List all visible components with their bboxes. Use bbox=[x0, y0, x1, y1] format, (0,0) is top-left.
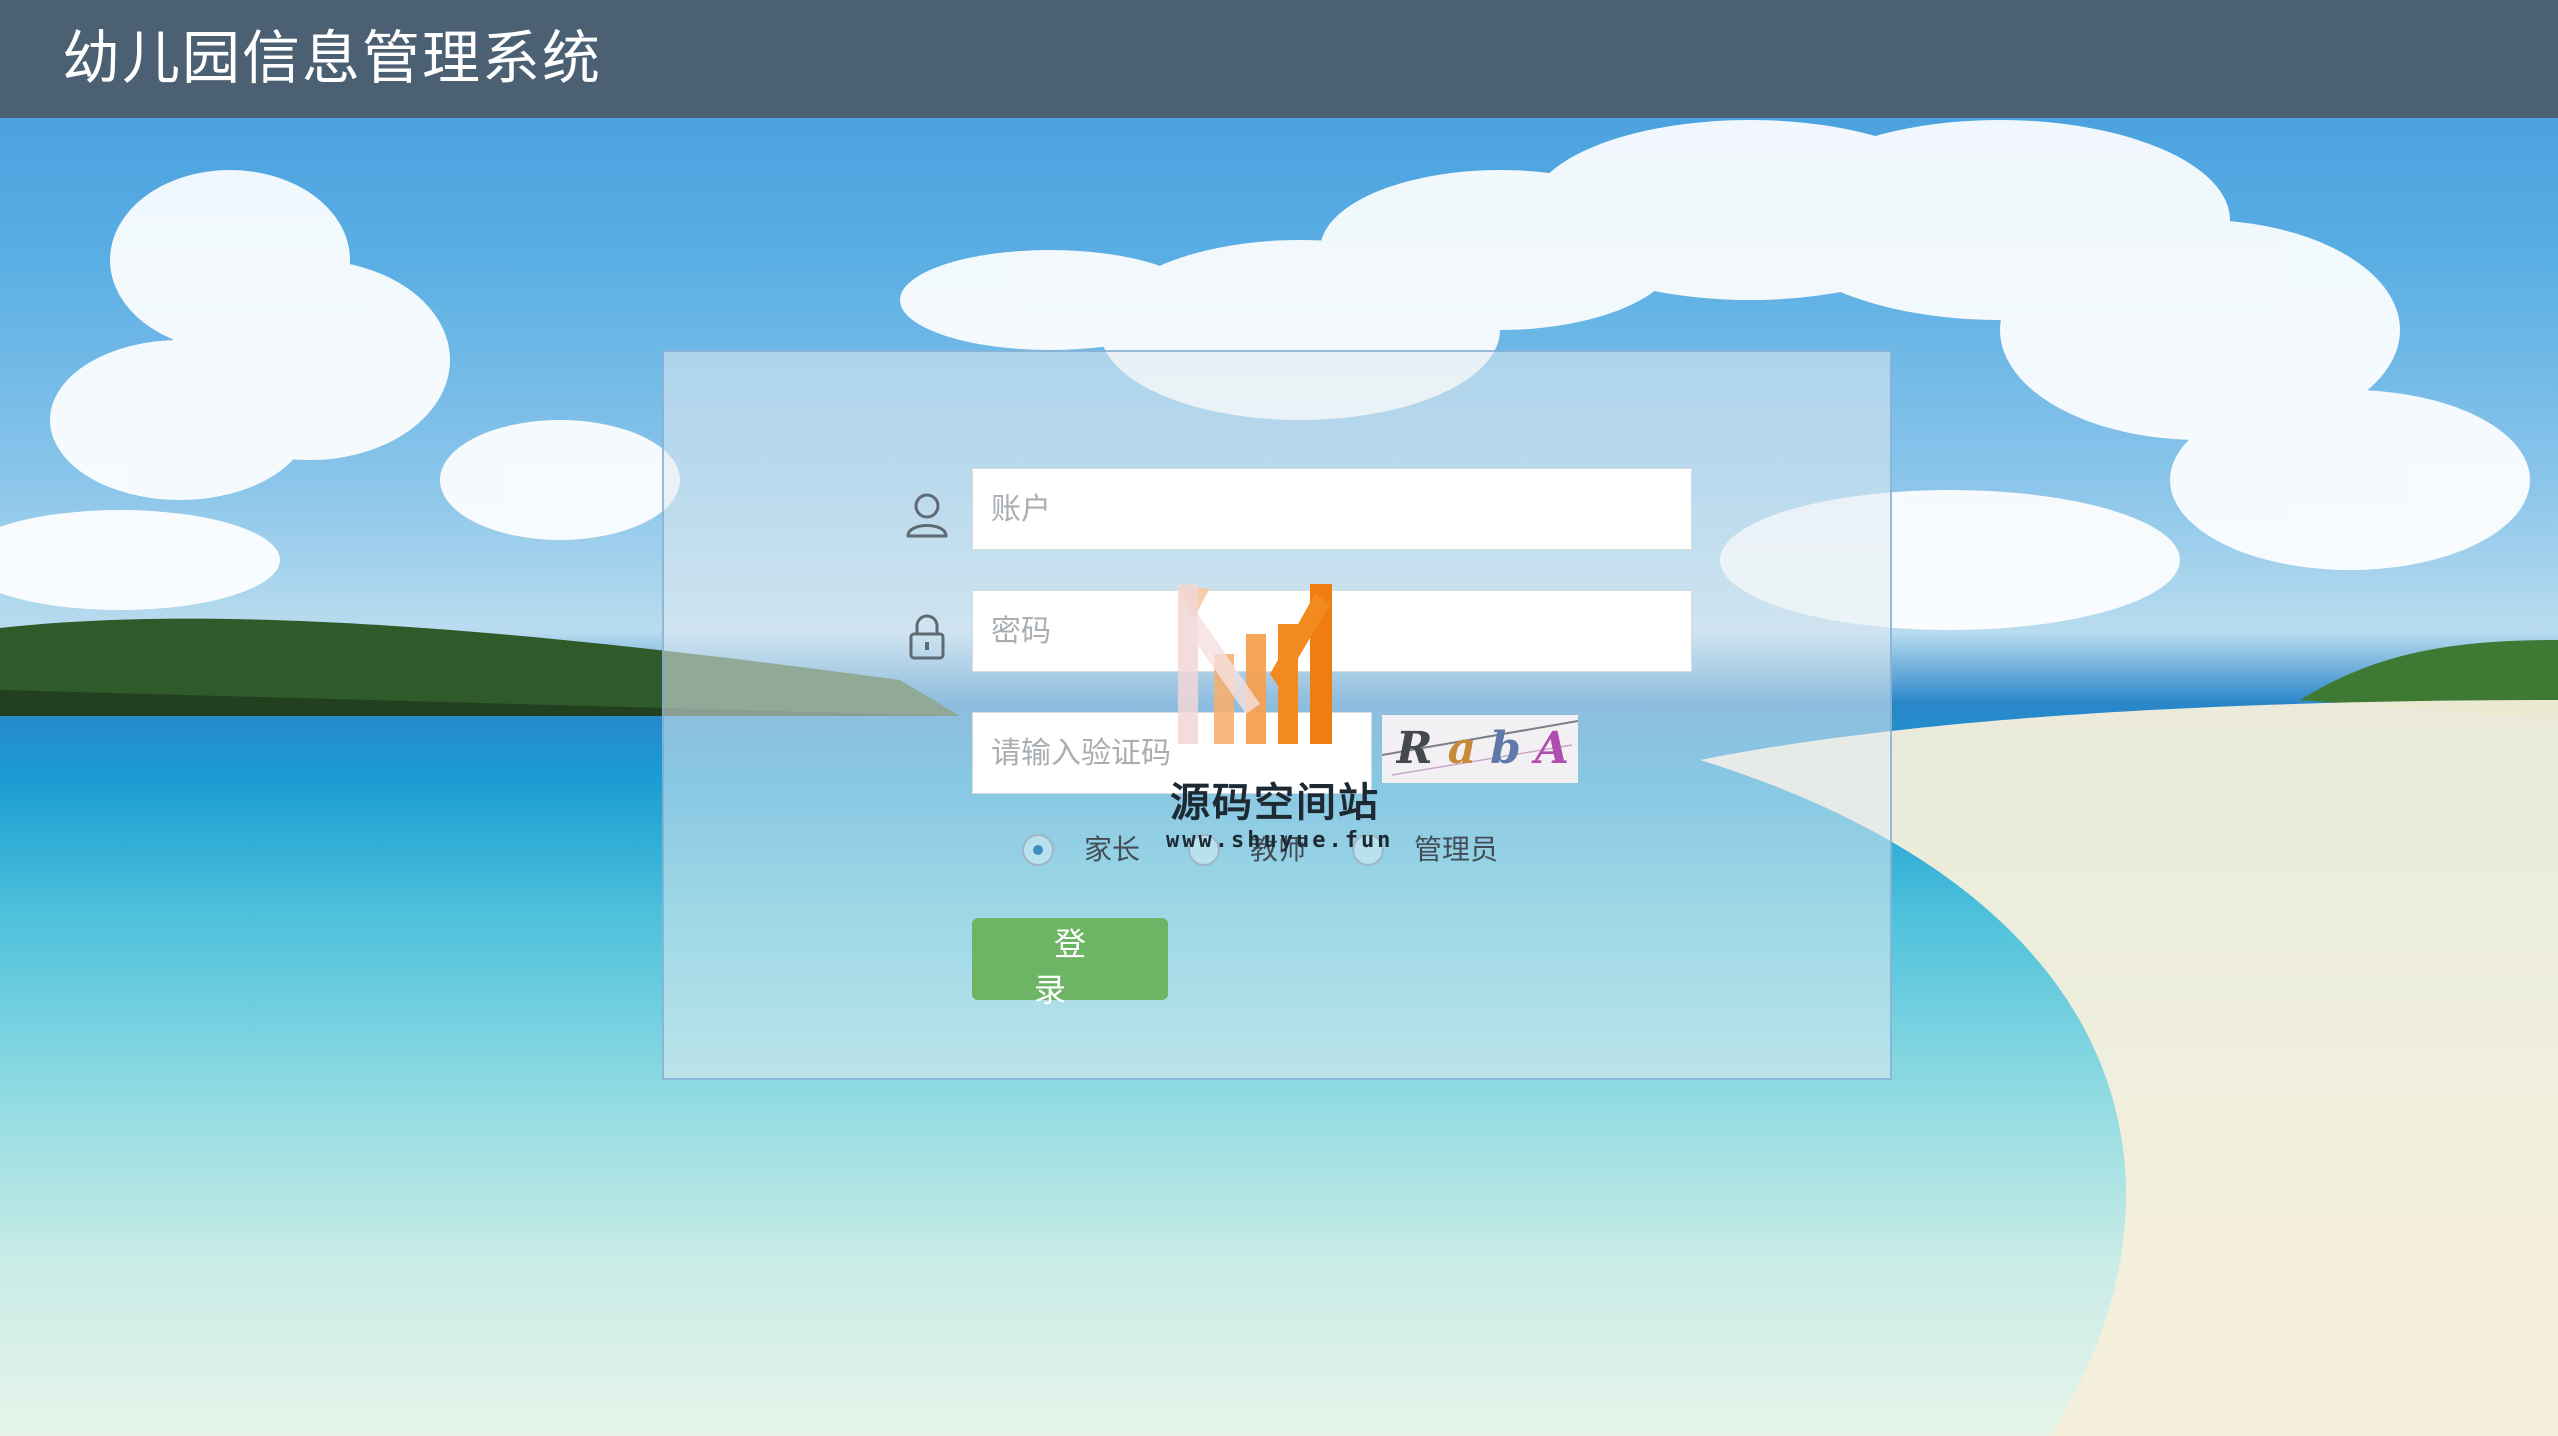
top-header: 幼儿园信息管理系统 bbox=[0, 0, 2558, 118]
captcha-image[interactable]: RabA bbox=[1382, 715, 1578, 783]
radio-label: 家长 bbox=[1084, 833, 1141, 866]
page-title: 幼儿园信息管理系统 bbox=[62, 24, 603, 92]
radio-label: 管理员 bbox=[1414, 833, 1499, 866]
radio-button[interactable] bbox=[1352, 834, 1384, 866]
radio-label: 教师 bbox=[1250, 833, 1307, 866]
user-icon bbox=[904, 490, 950, 540]
login-panel: RabA 家长 教师 管理员 登 录 bbox=[662, 350, 1892, 1080]
captcha-text: RabA bbox=[1396, 723, 1578, 774]
login-page: 幼儿园信息管理系统 RabA bbox=[0, 0, 2558, 1436]
captcha-input[interactable] bbox=[972, 712, 1372, 794]
radio-button[interactable] bbox=[1188, 834, 1220, 866]
login-button[interactable]: 登 录 bbox=[972, 918, 1168, 1009]
lock-icon bbox=[904, 612, 950, 662]
account-input[interactable] bbox=[972, 468, 1692, 550]
radio-button[interactable] bbox=[1022, 834, 1054, 866]
password-input[interactable] bbox=[972, 590, 1692, 672]
